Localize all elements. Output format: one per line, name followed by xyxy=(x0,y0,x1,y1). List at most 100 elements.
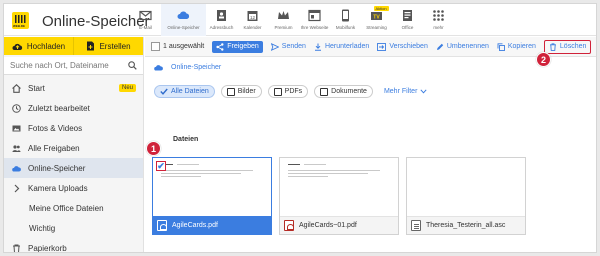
mail-icon xyxy=(139,9,152,22)
file-thumbnail xyxy=(407,158,525,218)
section-title: Dateien xyxy=(173,136,199,143)
upload-button[interactable]: Hochladen xyxy=(4,37,73,55)
search-input[interactable]: Suche nach Ort, Dateiname xyxy=(4,57,143,75)
tv-icon: TV xyxy=(370,9,383,22)
calendar-icon: 12 xyxy=(246,9,259,22)
sidebar-item-zuletzt[interactable]: Zuletzt bearbeitet xyxy=(4,98,143,118)
sidebar-item-office-dateien[interactable]: Meine Office Dateien xyxy=(4,198,143,218)
photo-icon xyxy=(12,124,21,133)
webpage-icon xyxy=(308,9,321,22)
nav-kalender[interactable]: 12 Kalender xyxy=(237,4,268,36)
cloud-icon xyxy=(154,64,163,71)
nav-premium[interactable]: Premium xyxy=(268,4,299,36)
file-name: AgileCards.pdf xyxy=(172,222,218,229)
cloud-icon xyxy=(177,9,190,22)
create-button[interactable]: Erstellen xyxy=(73,37,143,55)
sidebar-actions: Hochladen Erstellen xyxy=(4,37,143,55)
cloud-icon xyxy=(12,164,21,173)
image-icon xyxy=(226,87,235,96)
svg-text:TV: TV xyxy=(373,15,380,21)
breadcrumb: Online-Speicher xyxy=(154,64,221,71)
sidebar: Hochladen Erstellen Suche nach Ort, Date… xyxy=(4,37,144,252)
nav-mobilfunk[interactable]: Mobilfunk xyxy=(330,4,361,36)
upload-cloud-icon xyxy=(12,42,23,51)
file-name: AgileCards~01.pdf xyxy=(299,222,357,229)
nav-streaming[interactable]: Aktion TV Streaming xyxy=(361,4,392,36)
filter-pdfs[interactable]: PDFs xyxy=(267,85,309,98)
sidebar-item-papierkorb[interactable]: Papierkorb xyxy=(4,238,143,252)
nav-mehr[interactable]: mehr xyxy=(423,4,454,36)
delete-button[interactable]: Löschen xyxy=(543,39,592,54)
send-button[interactable]: Senden xyxy=(270,42,306,51)
file-filters: Alle Dateien Bilder PDFs Dokumente Mehr … xyxy=(154,85,432,98)
send-icon xyxy=(270,42,279,51)
text-file-icon xyxy=(411,220,421,231)
crown-icon xyxy=(277,9,290,22)
nav-email[interactable]: E-Mail xyxy=(130,4,161,36)
copy-icon xyxy=(497,42,505,51)
sidebar-item-wichtig[interactable]: Wichtig xyxy=(4,218,143,238)
pdf-file-icon xyxy=(157,220,167,231)
file-card[interactable]: Theresia_Testerin_all.asc xyxy=(406,157,526,235)
chevron-down-icon xyxy=(420,89,427,94)
file-card[interactable]: AgileCards~01.pdf xyxy=(279,157,399,235)
step-marker-2: 2 xyxy=(536,52,551,67)
sidebar-item-freigaben[interactable]: Alle Freigaben xyxy=(4,138,143,158)
trash-icon xyxy=(549,42,557,51)
check-icon xyxy=(160,88,168,95)
people-icon xyxy=(12,144,21,153)
file-card[interactable]: ✔ AgileCards.pdf xyxy=(152,157,272,235)
webde-logo[interactable] xyxy=(12,12,29,29)
file-name: Theresia_Testerin_all.asc xyxy=(426,222,506,229)
top-header: Online-Speicher E-Mail Online-Speicher A… xyxy=(4,4,596,36)
copy-button[interactable]: Kopieren xyxy=(497,42,536,51)
svg-text:12: 12 xyxy=(250,15,256,20)
phone-icon xyxy=(339,9,352,22)
more-filters-dropdown[interactable]: Mehr Filter xyxy=(379,85,432,98)
file-footer: Theresia_Testerin_all.asc xyxy=(407,216,525,234)
download-icon xyxy=(314,43,322,51)
nav-office[interactable]: Office xyxy=(392,4,423,36)
filter-images[interactable]: Bilder xyxy=(220,85,262,98)
breadcrumb-item[interactable]: Online-Speicher xyxy=(171,64,221,71)
chevron-right-icon[interactable] xyxy=(12,184,21,193)
nav-adressbuch[interactable]: Adressbuch xyxy=(206,4,237,36)
pdf-file-icon xyxy=(284,220,294,231)
share-button[interactable]: Freigeben xyxy=(212,40,263,53)
file-toolbar: 1 ausgewählt Freigeben Senden Herunterla… xyxy=(145,37,596,57)
pencil-icon xyxy=(436,43,444,51)
grid-icon xyxy=(432,9,445,22)
clock-icon xyxy=(12,103,21,113)
select-all-checkbox[interactable] xyxy=(151,42,160,51)
office-icon xyxy=(401,9,414,22)
share-icon xyxy=(216,42,224,51)
file-footer: AgileCards~01.pdf xyxy=(280,216,398,234)
sidebar-item-online-speicher[interactable]: Online-Speicher xyxy=(4,158,143,178)
file-thumbnail xyxy=(153,158,271,218)
download-button[interactable]: Herunterladen xyxy=(314,43,369,51)
create-file-icon xyxy=(86,41,95,51)
file-footer: AgileCards.pdf xyxy=(153,216,271,234)
rename-button[interactable]: Umbenennen xyxy=(436,43,489,51)
file-thumbnail xyxy=(280,158,398,218)
new-badge: Neu xyxy=(118,84,136,92)
addressbook-icon xyxy=(215,9,228,22)
step-marker-1: 1 xyxy=(146,141,161,156)
filter-all-files[interactable]: Alle Dateien xyxy=(154,85,215,98)
sidebar-item-kamera-uploads[interactable]: Kamera Uploads xyxy=(4,178,143,198)
nav-online-speicher[interactable]: Online-Speicher xyxy=(161,4,206,36)
document-icon xyxy=(320,87,329,96)
search-icon[interactable] xyxy=(128,61,137,70)
app-window: Online-Speicher E-Mail Online-Speicher A… xyxy=(3,3,597,253)
nav-webseite[interactable]: Ihre Webseite xyxy=(299,4,330,36)
top-nav: E-Mail Online-Speicher Adressbuch 12 Kal… xyxy=(130,4,454,36)
sidebar-item-fotos[interactable]: Fotos & Videos xyxy=(4,118,143,138)
move-button[interactable]: Verschieben xyxy=(377,42,428,51)
filter-documents[interactable]: Dokumente xyxy=(314,85,373,98)
select-all[interactable]: 1 ausgewählt xyxy=(151,42,204,51)
file-select-checkbox[interactable]: ✔ xyxy=(156,161,166,171)
move-icon xyxy=(377,42,387,51)
sidebar-item-start[interactable]: Start Neu xyxy=(4,78,143,98)
home-icon xyxy=(12,83,21,93)
trash-icon xyxy=(12,244,21,252)
